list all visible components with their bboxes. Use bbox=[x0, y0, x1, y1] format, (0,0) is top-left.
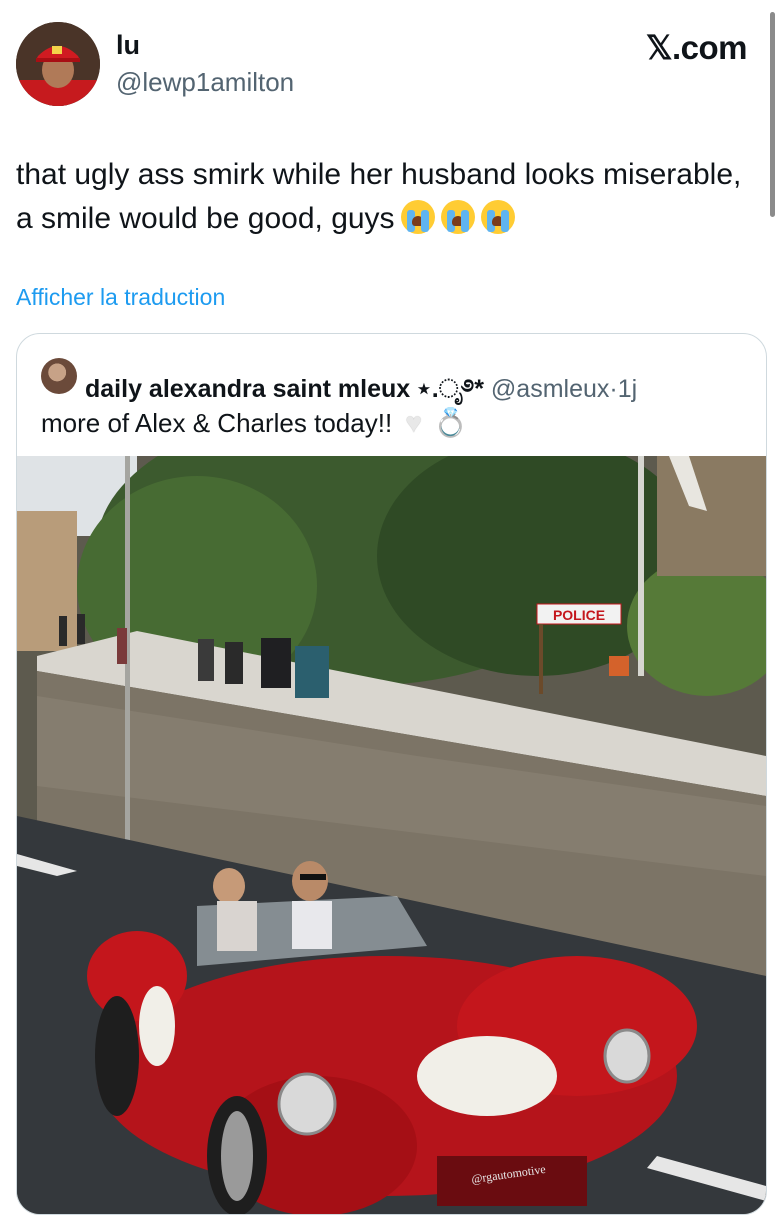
quote-text: more of Alex & Charles today!! ♥ 💍 bbox=[41, 406, 468, 439]
show-translation-link[interactable]: Afficher la traduction bbox=[16, 284, 225, 311]
scrollbar[interactable] bbox=[770, 12, 775, 217]
quote-name-decoration: ⋆.ೃ࿔* bbox=[416, 375, 484, 403]
quote-handle[interactable]: @asmleux bbox=[491, 375, 609, 403]
white-heart-icon: ♥ bbox=[405, 407, 423, 438]
quote-separator: · bbox=[609, 375, 618, 403]
tweet-text: that ugly ass smirk while her husband lo… bbox=[16, 153, 746, 241]
quote-display-name[interactable]: daily alexandra saint mleux bbox=[85, 375, 410, 403]
quoted-post[interactable]: daily alexandra saint mleux ⋆.ೃ࿔* @asmleu… bbox=[16, 333, 767, 1215]
quote-body: more of Alex & Charles today!! bbox=[41, 408, 393, 438]
quote-avatar[interactable] bbox=[41, 358, 77, 394]
crying-face-icon bbox=[480, 200, 515, 234]
ring-icon: 💍 bbox=[433, 407, 469, 438]
post-photo[interactable]: POLICE @rgautomotive bbox=[17, 456, 766, 1214]
author-avatar[interactable] bbox=[16, 22, 100, 106]
x-logo: 𝕏.com bbox=[645, 29, 748, 66]
tweet-body: that ugly ass smirk while her husband lo… bbox=[16, 158, 742, 235]
police-sign: POLICE bbox=[553, 607, 605, 623]
author-display-name[interactable]: lu bbox=[116, 30, 140, 61]
crying-face-icon bbox=[400, 200, 435, 234]
author-handle[interactable]: @lewp1amilton bbox=[116, 67, 294, 98]
quote-timestamp[interactable]: 1j bbox=[618, 375, 637, 403]
crying-face-icon bbox=[440, 200, 475, 234]
